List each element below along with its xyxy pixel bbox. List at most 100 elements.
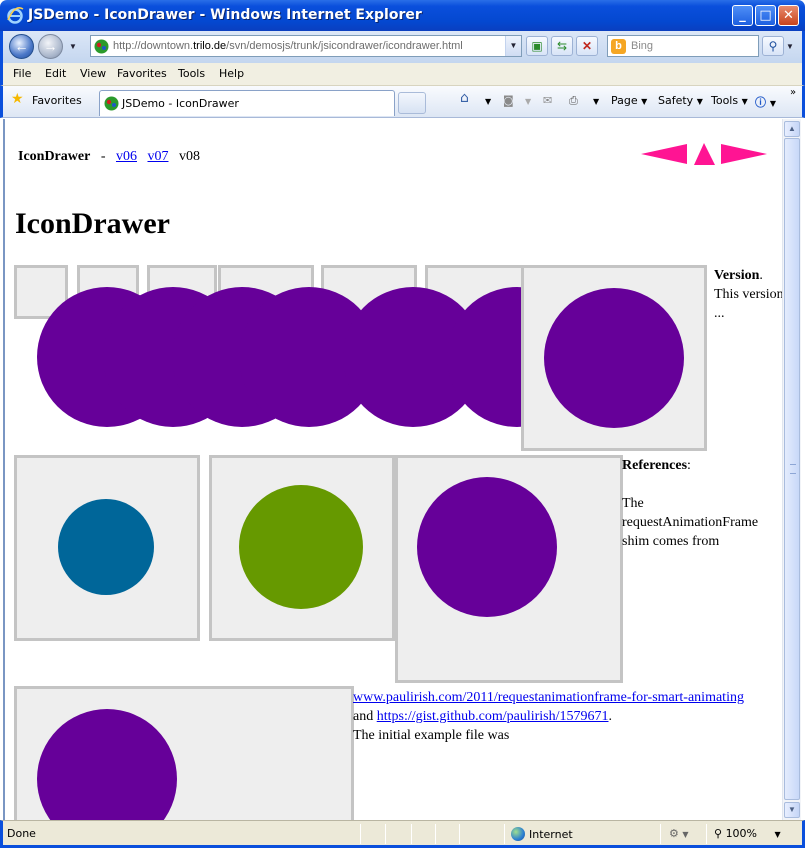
ie-logo-icon: [7, 7, 24, 24]
menu-favorites[interactable]: Favorites: [117, 67, 167, 80]
scroll-down-arrow-icon[interactable]: ▼: [784, 802, 800, 818]
menu-view[interactable]: View: [80, 67, 106, 80]
scrollbar-thumb[interactable]: [784, 138, 800, 800]
url-dropdown-icon[interactable]: ▼: [505, 36, 521, 56]
search-button[interactable]: ⚲: [762, 36, 784, 56]
and-text: and: [353, 709, 374, 724]
icon-canvas-large: [14, 686, 354, 820]
stop-button[interactable]: ✕: [576, 36, 598, 56]
menu-tools[interactable]: Tools: [178, 67, 205, 80]
zoom-control[interactable]: ⚲ 100% ▼: [714, 827, 781, 840]
previous-page-arrow-icon[interactable]: [641, 144, 687, 164]
search-options-dropdown-icon[interactable]: ▼: [786, 42, 794, 51]
help-icon[interactable]: ⓘ ▼: [755, 94, 776, 110]
scrollbar-grip-icon: [790, 464, 796, 474]
close-button[interactable]: ✕: [778, 5, 799, 26]
site-favicon-icon: [94, 39, 109, 54]
safety-menu-label: Safety: [658, 94, 694, 107]
references-title: References: [622, 458, 688, 473]
feeds-icon[interactable]: ◙: [503, 94, 514, 107]
page-menu[interactable]: Page ▼: [611, 94, 647, 107]
back-button[interactable]: ←: [9, 34, 34, 59]
scroll-up-arrow-icon[interactable]: ▲: [784, 121, 800, 137]
command-bar: ★ Favorites JSDemo - IconDrawer ⌂ ▼ ◙ ▼ …: [0, 86, 805, 118]
nav-separator: -: [100, 149, 106, 164]
status-divider: [385, 824, 386, 844]
version-note: Version. This version ...: [714, 266, 782, 323]
home-icon[interactable]: ⌂: [460, 90, 469, 106]
references-colon: :: [687, 458, 691, 473]
print-icon[interactable]: ⎙: [569, 94, 578, 108]
protected-mode-icon[interactable]: ⚙ ▼: [669, 827, 689, 840]
url-input[interactable]: http://downtown.trilo.de/svn/demosjs/tru…: [90, 35, 522, 57]
internet-globe-icon: [511, 827, 525, 841]
print-dropdown-icon[interactable]: ▼: [593, 94, 599, 107]
compatibility-view-button[interactable]: ▣: [526, 36, 548, 56]
status-divider: [504, 824, 505, 844]
menu-bar: File Edit View Favorites Tools Help: [0, 63, 805, 86]
version-link-v06[interactable]: v06: [116, 149, 137, 164]
purple-circle-icon: [544, 288, 684, 428]
address-bar: ← → ▼ http://downtown.trilo.de/svn/demos…: [0, 31, 805, 63]
zoom-level: 100%: [725, 827, 758, 840]
new-tab-button[interactable]: [398, 92, 426, 114]
menu-help[interactable]: Help: [219, 67, 244, 80]
security-zone[interactable]: Internet: [511, 827, 573, 841]
status-divider: [706, 824, 707, 844]
status-bar: Done Internet ⚙ ▼ ⚲ 100% ▼: [0, 820, 805, 848]
minimize-button[interactable]: _: [732, 5, 753, 26]
icon-canvas-7: [521, 265, 707, 451]
icon-canvas-purple: [395, 455, 623, 683]
references-text: The requestAnimationFrame shim comes fro…: [622, 496, 759, 549]
version-note-title: Version: [714, 268, 760, 283]
tab-favicon-icon: [104, 96, 119, 111]
zoom-icon: ⚲: [714, 827, 723, 840]
status-divider: [660, 824, 661, 844]
feeds-dropdown-icon[interactable]: ▼: [525, 94, 531, 107]
tools-menu[interactable]: Tools ▼: [711, 94, 748, 107]
refresh-button[interactable]: ⇆: [551, 36, 573, 56]
purple-circle-icon: [417, 477, 557, 617]
menu-file[interactable]: File: [13, 67, 31, 80]
window-title: JSDemo - IconDrawer - Windows Internet E…: [28, 7, 422, 23]
favorites-label: Favorites: [32, 94, 82, 107]
tools-menu-label: Tools: [711, 94, 739, 107]
page-heading: IconDrawer: [15, 207, 170, 240]
gist-link[interactable]: https://gist.github.com/paulirish/157967…: [377, 709, 609, 724]
period-text: .: [608, 709, 613, 724]
zoom-dropdown-icon[interactable]: ▼: [775, 830, 781, 839]
page-menu-label: Page: [611, 94, 638, 107]
current-version: v08: [178, 149, 200, 164]
vertical-scrollbar[interactable]: ▲ ▼: [782, 119, 801, 820]
search-input[interactable]: b Bing: [607, 35, 759, 57]
favorites-star-icon: ★: [11, 91, 24, 107]
paulirish-link[interactable]: www.paulirish.com/2011/requestanimationf…: [353, 690, 744, 705]
zone-label: Internet: [529, 828, 573, 841]
back-arrow-icon: ←: [14, 38, 29, 54]
maximize-button[interactable]: □: [755, 5, 776, 26]
up-page-arrow-icon[interactable]: [694, 143, 715, 165]
tab-jsdemo-icondrawer[interactable]: JSDemo - IconDrawer: [99, 90, 395, 116]
compatibility-icon: ▣: [531, 39, 543, 53]
references-note: References: The requestAnimationFrame sh…: [622, 456, 782, 551]
forward-button[interactable]: →: [38, 34, 63, 59]
initial-example-text: The initial example file was: [353, 728, 510, 743]
status-divider: [459, 824, 460, 844]
next-page-arrow-icon[interactable]: [721, 144, 767, 164]
status-divider: [411, 824, 412, 844]
home-dropdown-icon[interactable]: ▼: [485, 94, 491, 107]
refresh-icon: ⇆: [556, 39, 568, 53]
menu-edit[interactable]: Edit: [45, 67, 66, 80]
bing-icon: b: [611, 39, 626, 54]
forward-arrow-icon: →: [43, 38, 58, 54]
page-navigation-arrows: [641, 143, 767, 165]
green-circle-icon: [239, 485, 363, 609]
version-link-v07[interactable]: v07: [147, 149, 168, 164]
search-placeholder: Bing: [631, 40, 654, 52]
references-links: www.paulirish.com/2011/requestanimationf…: [353, 688, 782, 745]
recent-pages-dropdown-icon[interactable]: ▼: [69, 42, 77, 51]
safety-menu[interactable]: Safety ▼: [658, 94, 703, 107]
icon-canvas-blue: [14, 455, 200, 641]
chevron-more-icon[interactable]: »: [790, 87, 796, 98]
read-mail-icon[interactable]: ✉: [543, 94, 552, 107]
